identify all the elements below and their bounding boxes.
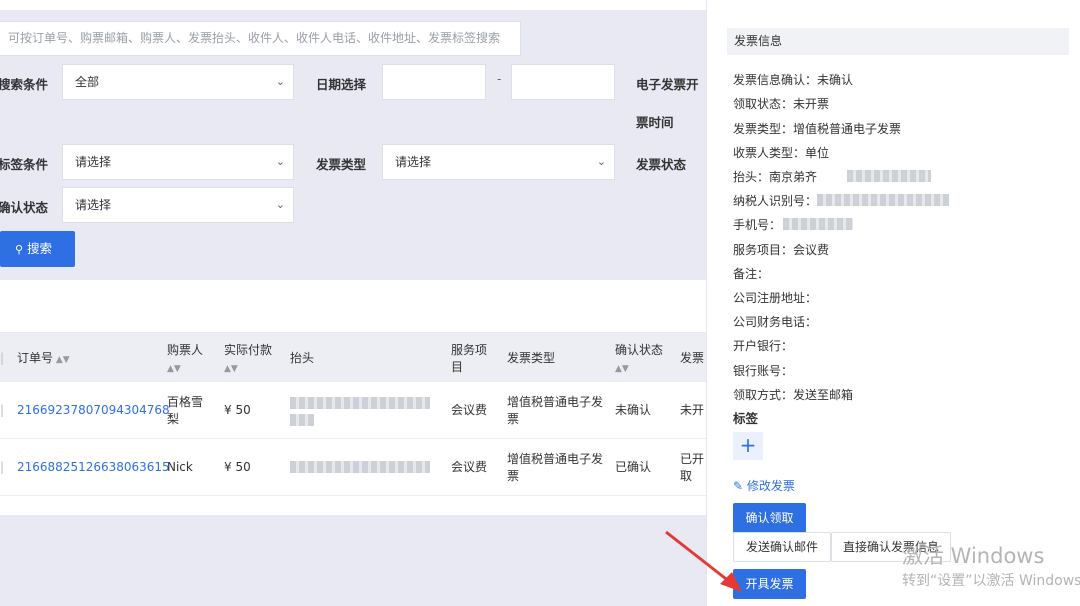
invoice-type-cell: 增值税普通电子发票 <box>507 452 604 483</box>
column-divider: | <box>0 351 5 365</box>
order-link[interactable]: 21668825126638063615 <box>17 459 170 476</box>
e-invoice-time-label-2: 票时间 <box>636 115 674 130</box>
confirm-status-cell: 未确认 <box>615 403 652 417</box>
confirm-status-label: 确认状态 <box>0 200 49 215</box>
table-header: | 订单号 ▲▼ 购票人 ▲▼ 实际付款 ▲▼ 抬头 服务项目 发票类型 确认状态 ▲… <box>0 333 706 382</box>
activation-watermark-subtitle: 转到“设置”以激活 Windows。 <box>902 573 1080 589</box>
info-confirm: 发票信息确认：未确认 <box>733 73 854 87</box>
date-label: 日期选择 <box>316 77 367 92</box>
table-row[interactable]: | 21669237807094304768 百格雪梨 ¥ 50 会议费 增值税… <box>0 382 706 439</box>
search-condition-value: 全部 <box>75 75 100 89</box>
title-field: 抬头：南京弟齐 <box>733 170 818 184</box>
search-input[interactable]: 可按订单号、购票邮箱、购票人、发票抬头、收件人、收件人电话、收件地址、发票标签搜… <box>0 21 521 56</box>
invoice-status-label: 发票状态 <box>636 157 687 172</box>
invoice-table: | 订单号 ▲▼ 购票人 ▲▼ 实际付款 ▲▼ 抬头 服务项目 发票类型 确认状态 ▲… <box>0 333 706 515</box>
buyer-cell: 百格雪梨 <box>167 395 204 426</box>
bank: 开户银行： <box>733 339 794 353</box>
phone: 手机号： <box>733 218 782 232</box>
edit-invoice-link[interactable]: ✎ 修改发票 <box>733 477 795 494</box>
recipient-type: 收票人类型：单位 <box>733 146 830 160</box>
header-title: 抬头 <box>290 351 315 365</box>
company-address: 公司注册地址： <box>733 291 818 305</box>
header-confirm-status[interactable]: 确认状态 ▲▼ <box>615 342 663 378</box>
header-paid[interactable]: 实际付款 ▲▼ <box>224 342 272 378</box>
order-link[interactable]: 21669237807094304768 <box>17 402 170 419</box>
tag-condition-select[interactable]: 请选择 ⌄ <box>62 144 294 180</box>
receive-status: 领取状态：未开票 <box>733 97 830 111</box>
sort-icon: ▲▼ <box>53 355 70 365</box>
paid-cell: ¥ 50 <box>224 403 251 417</box>
invoice-status-cell: 已开取 <box>680 452 705 483</box>
row-checkbox[interactable]: | <box>0 459 4 476</box>
search-button[interactable]: ⚲ 搜索 <box>0 231 75 267</box>
activation-watermark: 激活 Windows <box>902 544 1045 568</box>
header-invoice-status: 发票 <box>680 351 705 365</box>
header-buyer[interactable]: 购票人 ▲▼ <box>167 342 203 378</box>
search-condition-select[interactable]: 全部 ⌄ <box>62 64 294 100</box>
chevron-down-icon: ⌄ <box>275 198 285 211</box>
title-redacted <box>290 461 430 473</box>
confirm-status-select[interactable]: 请选择 ⌄ <box>62 187 294 223</box>
confirm-status-cell: 已确认 <box>615 460 652 474</box>
spacer-band <box>0 280 706 332</box>
header-service: 服务项目 <box>451 343 488 374</box>
top-strip <box>0 0 706 10</box>
buyer-cell: Nick <box>167 460 193 474</box>
invoice-type: 发票类型：增值税普通电子发票 <box>733 122 902 136</box>
service-cell: 会议费 <box>451 403 488 417</box>
taxpayer-redacted <box>817 194 949 206</box>
invoice-status-cell: 未开 <box>680 403 705 417</box>
chevron-down-icon: ⌄ <box>596 155 606 168</box>
table-row[interactable]: | 21668825126638063615 Nick ¥ 50 会议费 增值税… <box>0 439 706 496</box>
header-invoice-type: 发票类型 <box>507 351 556 365</box>
date-separator: - <box>497 72 502 86</box>
taxpayer-id: 纳税人识别号： <box>733 194 818 208</box>
tags-label: 标签 <box>733 411 759 426</box>
main-content: 可按订单号、购票邮箱、购票人、发票抬头、收件人、收件人电话、收件地址、发票标签搜… <box>0 0 706 606</box>
phone-redacted <box>783 218 853 230</box>
search-icon: ⚲ <box>15 243 24 256</box>
search-placeholder: 可按订单号、购票邮箱、购票人、发票抬头、收件人、收件人电话、收件地址、发票标签搜… <box>8 31 501 45</box>
sort-icon: ▲▼ <box>615 364 629 374</box>
edit-icon: ✎ <box>733 479 744 493</box>
sort-icon: ▲▼ <box>167 364 181 374</box>
date-start-input[interactable] <box>382 64 486 100</box>
service-item: 服务项目：会议费 <box>733 243 830 257</box>
tag-condition-label: 标签条件 <box>0 157 49 172</box>
tag-condition-value: 请选择 <box>75 155 112 169</box>
edit-invoice-label: 修改发票 <box>746 479 795 493</box>
chevron-down-icon: ⌄ <box>275 155 285 168</box>
invoice-detail-panel: 发票信息 发票信息确认：未确认 领取状态：未开票 发票类型：增值税普通电子发票 … <box>706 0 1080 606</box>
bank-account: 银行账号： <box>733 364 794 378</box>
company-phone: 公司财务电话： <box>733 315 818 329</box>
invoice-type-value: 请选择 <box>395 155 432 169</box>
title-redacted <box>290 414 314 426</box>
service-cell: 会议费 <box>451 460 488 474</box>
panel-title: 发票信息 <box>727 28 1069 55</box>
sort-icon: ▲▼ <box>224 364 238 374</box>
chevron-down-icon: ⌄ <box>275 75 285 88</box>
date-end-input[interactable] <box>511 64 615 100</box>
invoice-type-label: 发票类型 <box>316 157 367 172</box>
search-button-label: 搜索 <box>27 241 53 256</box>
invoice-type-cell: 增值税普通电子发票 <box>507 395 604 426</box>
row-checkbox[interactable]: | <box>0 402 4 419</box>
confirm-status-value: 请选择 <box>75 198 112 212</box>
title-redacted <box>847 170 931 182</box>
paid-cell: ¥ 50 <box>224 460 251 474</box>
remark: 备注： <box>733 267 770 281</box>
e-invoice-time-label: 电子发票开 <box>636 77 699 92</box>
receive-method: 领取方式：发送至邮箱 <box>733 388 854 402</box>
add-tag-button[interactable]: + <box>733 432 763 460</box>
search-condition-label: 搜索条件 <box>0 77 49 92</box>
title-redacted <box>290 397 430 409</box>
invoice-type-select[interactable]: 请选择 ⌄ <box>382 144 615 180</box>
header-order-no[interactable]: 订单号 ▲▼ <box>17 350 70 369</box>
annotation-arrow-icon <box>665 530 742 592</box>
